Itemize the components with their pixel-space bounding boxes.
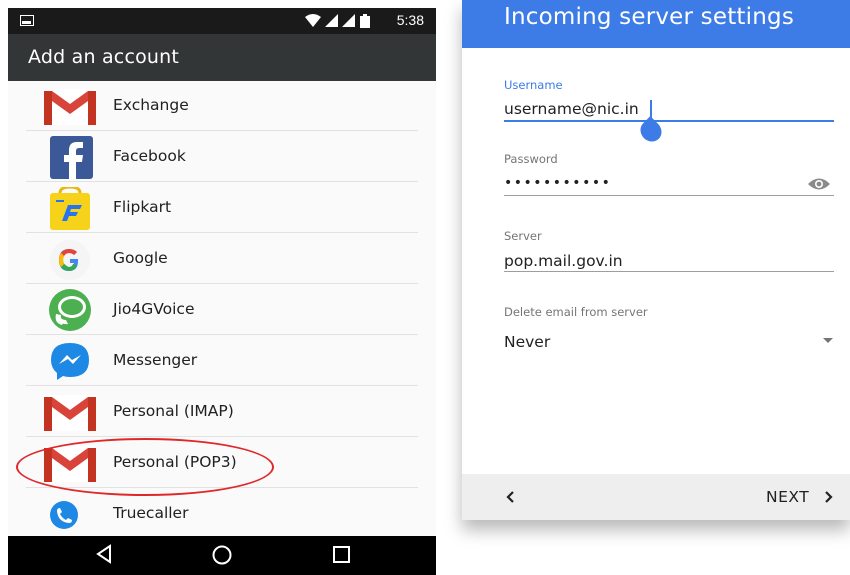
account-label: Facebook bbox=[113, 147, 186, 165]
divider bbox=[26, 130, 418, 131]
account-item-truecaller[interactable]: Truecaller bbox=[26, 489, 418, 539]
server-underline bbox=[504, 271, 834, 272]
wifi-icon bbox=[305, 14, 321, 27]
image-notification-icon bbox=[20, 15, 34, 26]
back-nav-icon[interactable] bbox=[94, 544, 114, 564]
home-nav-icon[interactable] bbox=[211, 544, 233, 566]
account-label: Jio4GVoice bbox=[113, 300, 195, 318]
app-bar: Add an account bbox=[8, 34, 436, 81]
divider bbox=[26, 436, 418, 437]
divider bbox=[26, 385, 418, 386]
flipkart-icon bbox=[50, 187, 90, 230]
back-button[interactable] bbox=[500, 486, 522, 508]
add-account-screen: 5:38 Add an account Exchange Facebook Fl… bbox=[8, 8, 436, 575]
server-field[interactable]: pop.mail.gov.in bbox=[504, 252, 623, 270]
divider bbox=[26, 232, 418, 233]
account-label: Google bbox=[113, 249, 168, 267]
incoming-server-settings-screen: Incoming server settings Username userna… bbox=[462, 0, 850, 520]
status-time: 5:38 bbox=[396, 12, 424, 28]
next-label: NEXT bbox=[766, 488, 810, 506]
gmail-icon bbox=[44, 89, 96, 125]
jio4gvoice-icon bbox=[49, 289, 91, 331]
password-field[interactable]: ••••••••••• bbox=[504, 175, 611, 191]
show-password-eye-icon[interactable] bbox=[807, 176, 831, 192]
account-label: Truecaller bbox=[113, 504, 189, 522]
account-item-jio4gvoice[interactable]: Jio4GVoice bbox=[26, 285, 418, 335]
divider bbox=[26, 283, 418, 284]
delete-email-label: Delete email from server bbox=[504, 305, 648, 319]
account-label: Messenger bbox=[113, 351, 198, 369]
account-item-exchange[interactable]: Exchange bbox=[26, 81, 418, 131]
gmail-icon bbox=[44, 395, 96, 431]
server-label: Server bbox=[504, 229, 542, 243]
password-underline bbox=[504, 195, 834, 196]
settings-header: Incoming server settings bbox=[462, 0, 850, 48]
signal-icon bbox=[325, 14, 338, 27]
username-label: Username bbox=[504, 78, 563, 92]
battery-icon bbox=[360, 14, 370, 28]
next-button[interactable]: NEXT bbox=[762, 486, 842, 508]
chevron-right-icon bbox=[825, 491, 833, 503]
password-label: Password bbox=[504, 152, 558, 166]
delete-email-dropdown[interactable]: Never bbox=[504, 333, 550, 351]
username-field[interactable]: username@nic.in bbox=[504, 100, 639, 118]
truecaller-icon bbox=[50, 501, 78, 529]
navigation-bar bbox=[8, 536, 436, 575]
account-item-personal-imap[interactable]: Personal (IMAP) bbox=[26, 387, 418, 437]
account-label: Exchange bbox=[113, 96, 189, 114]
dropdown-arrow-icon[interactable] bbox=[823, 338, 833, 343]
divider bbox=[26, 334, 418, 335]
google-icon bbox=[50, 240, 90, 280]
account-item-google[interactable]: Google bbox=[26, 234, 418, 284]
page-title: Add an account bbox=[28, 46, 180, 68]
pop3-highlight-circle bbox=[16, 438, 274, 496]
signal-icon-2 bbox=[342, 14, 355, 27]
page-title: Incoming server settings bbox=[504, 4, 794, 30]
username-underline bbox=[504, 120, 834, 122]
account-item-facebook[interactable]: Facebook bbox=[26, 132, 418, 182]
account-item-flipkart[interactable]: Flipkart bbox=[26, 183, 418, 233]
messenger-icon bbox=[51, 343, 89, 380]
account-label: Personal (IMAP) bbox=[113, 402, 234, 420]
account-label: Flipkart bbox=[113, 198, 172, 216]
recents-nav-icon[interactable] bbox=[332, 544, 352, 564]
footer-bar: NEXT bbox=[462, 474, 850, 520]
account-item-messenger[interactable]: Messenger bbox=[26, 336, 418, 386]
facebook-icon bbox=[50, 136, 93, 179]
status-bar: 5:38 bbox=[8, 8, 436, 34]
divider bbox=[26, 181, 418, 182]
